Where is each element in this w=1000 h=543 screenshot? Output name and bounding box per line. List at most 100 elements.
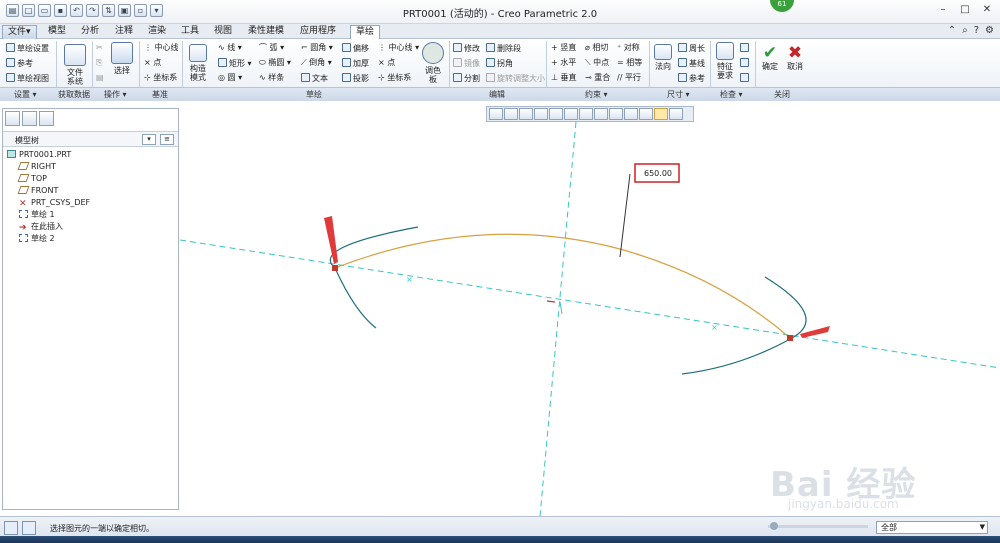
tab-sketch[interactable]: 草绘	[350, 25, 381, 39]
selected-endpoint-right[interactable]	[787, 335, 793, 341]
arc-button[interactable]: ⌒ 弧 ▾	[259, 43, 284, 53]
selected-endpoint-left[interactable]	[332, 265, 338, 271]
paste-icon[interactable]: ▤	[96, 73, 104, 83]
tab-view[interactable]: 视图	[209, 25, 237, 39]
baseline-button[interactable]: 基线	[678, 58, 705, 69]
favorites-tab-icon[interactable]	[39, 111, 54, 126]
group-setup-label[interactable]: 设置 ▾	[14, 89, 37, 100]
folder-browser-tab-icon[interactable]	[22, 111, 37, 126]
datum-centerline-button[interactable]: ⋮ 中心线	[144, 43, 179, 53]
dimension-value[interactable]: 650.00	[644, 169, 672, 178]
perimeter-button[interactable]: 周长	[678, 43, 705, 54]
search-icon[interactable]: ⌕	[962, 25, 968, 36]
sketch-centerline-button[interactable]: ⋮ 中心线 ▾	[378, 43, 419, 53]
tree-item-insert-here[interactable]: ➔ 在此插入	[19, 221, 63, 233]
sketch-setup-button[interactable]: 草绘设置	[6, 43, 49, 54]
spline-button[interactable]: ∿ 样条	[259, 73, 284, 83]
normal-dimension-button[interactable]: 法向	[652, 44, 674, 71]
tab-flexible-modeling[interactable]: 柔性建模	[243, 25, 289, 39]
delete-segment-button[interactable]: 删除段	[486, 43, 521, 54]
tab-tools[interactable]: 工具	[176, 25, 204, 39]
palette-button[interactable]: 调色 板	[420, 42, 446, 84]
text-button[interactable]: 文本	[301, 73, 328, 84]
help-icon[interactable]: ?	[974, 25, 979, 36]
group-constrain-label[interactable]: 约束 ▾	[585, 89, 608, 100]
rectangle-button[interactable]: 矩形 ▾	[218, 58, 252, 69]
collapse-ribbon-icon[interactable]: ⌃	[948, 25, 956, 36]
tree-item-sketch-2[interactable]: 草绘 2	[19, 233, 55, 244]
tree-item-top-plane[interactable]: TOP	[17, 173, 47, 184]
tab-annotate[interactable]: 注释	[110, 25, 138, 39]
left-arc[interactable]	[329, 226, 419, 329]
group-inspect-label[interactable]: 检查 ▾	[720, 89, 743, 100]
mirror-button[interactable]: 镜像	[453, 58, 480, 69]
divide-button[interactable]: 分割	[453, 73, 480, 84]
tab-applications[interactable]: 应用程序	[295, 25, 341, 39]
sketch-csys-button[interactable]: ⊹ 坐标系	[378, 73, 411, 83]
datum-csys-button[interactable]: ⊹ 坐标系	[144, 73, 177, 83]
feature-requirements-button[interactable]: 特征 要求	[714, 42, 736, 80]
sketch-view-button[interactable]: 草绘视图	[6, 73, 49, 84]
perpendicular-constraint-button[interactable]: ⊥ 垂直	[551, 73, 577, 83]
right-arc[interactable]	[681, 276, 807, 375]
tree-item-part[interactable]: PRT0001.PRT	[7, 149, 71, 160]
tree-columns-icon[interactable]: ≡	[160, 134, 174, 145]
sketch-canvas[interactable]: × × 650.00	[180, 102, 1000, 516]
coincident-constraint-button[interactable]: ⊸ 重合	[585, 73, 610, 83]
fillet-button[interactable]: ⌐ 圆角 ▾	[301, 43, 333, 53]
select-button[interactable]: 选择	[110, 42, 134, 75]
tab-render[interactable]: 渲染	[143, 25, 171, 39]
settings-icon[interactable]: ⚙	[985, 25, 994, 36]
modify-button[interactable]: 修改	[453, 43, 480, 54]
tree-item-csys[interactable]: ✕ PRT_CSYS_DEF	[19, 197, 90, 209]
cancel-button[interactable]: ✖ 取消	[785, 44, 805, 71]
parallel-constraint-button[interactable]: // 平行	[617, 73, 641, 83]
datum-point-button[interactable]: × 点	[144, 58, 161, 68]
copy-icon[interactable]: ⎘	[96, 58, 102, 68]
minimize-button[interactable]: –	[936, 4, 950, 16]
file-system-button[interactable]: 文件 系统	[62, 44, 88, 86]
tangent-constraint-button[interactable]: ⌀ 相切	[585, 43, 608, 53]
reference-button[interactable]: 参考	[6, 58, 33, 69]
selection-filter-select[interactable]: 全部 ▼	[876, 521, 988, 534]
tab-analysis[interactable]: 分析	[76, 25, 104, 39]
circle-button[interactable]: ◎ 圆 ▾	[218, 73, 242, 83]
selection-slider-knob[interactable]	[770, 522, 778, 530]
line-button[interactable]: ∿ 线 ▾	[218, 43, 242, 53]
maximize-button[interactable]: □	[958, 4, 972, 16]
selection-slider[interactable]	[768, 525, 868, 528]
spline-curve[interactable]	[334, 233, 791, 339]
chamfer-button[interactable]: ⟋ 倒角 ▾	[301, 58, 332, 68]
overlapping-geometry-icon[interactable]	[740, 43, 751, 54]
close-button[interactable]: ✕	[980, 4, 994, 16]
equal-constraint-button[interactable]: = 相等	[617, 58, 642, 68]
sketch-point-button[interactable]: × 点	[378, 58, 395, 68]
construction-mode-button[interactable]: 构造 模式	[186, 44, 210, 82]
ok-button[interactable]: ✔ 确定	[760, 44, 780, 71]
tree-item-sketch-1[interactable]: 草绘 1	[19, 209, 55, 220]
tree-item-right-plane[interactable]: RIGHT	[17, 161, 56, 172]
tab-file[interactable]: 文件▾	[2, 25, 37, 39]
model-tree-tab-icon[interactable]	[5, 111, 20, 126]
ellipse-button[interactable]: ⬭ 椭圆 ▾	[259, 58, 291, 68]
offset-button[interactable]: 偏移	[342, 43, 369, 54]
corner-button[interactable]: 拐角	[486, 58, 513, 69]
navigator-toggle-icon[interactable]	[4, 521, 18, 535]
midpoint-constraint-button[interactable]: ⟍ 中点	[585, 58, 609, 68]
rotate-resize-button[interactable]: 旋转调整大小	[486, 73, 545, 84]
highlight-open-ends-icon[interactable]	[740, 58, 751, 69]
tree-settings-icon[interactable]: ▾	[142, 134, 156, 145]
tab-model[interactable]: 模型	[43, 25, 71, 39]
horizontal-constraint-button[interactable]: + 水平	[551, 58, 576, 68]
vertical-constraint-button[interactable]: + 竖直	[551, 43, 576, 53]
shade-closed-loops-icon[interactable]	[740, 73, 751, 84]
symmetric-constraint-button[interactable]: ⁺ 对称	[617, 43, 640, 53]
tree-item-front-plane[interactable]: FRONT	[17, 185, 58, 196]
group-operations-label[interactable]: 操作 ▾	[104, 89, 127, 100]
thicken-button[interactable]: 加厚	[342, 58, 369, 69]
cut-icon[interactable]: ✂	[96, 43, 103, 53]
browser-toggle-icon[interactable]	[22, 521, 36, 535]
dimension-reference-button[interactable]: 参考	[678, 73, 705, 84]
group-dimension-label[interactable]: 尺寸 ▾	[667, 89, 690, 100]
project-button[interactable]: 投影	[342, 73, 369, 84]
